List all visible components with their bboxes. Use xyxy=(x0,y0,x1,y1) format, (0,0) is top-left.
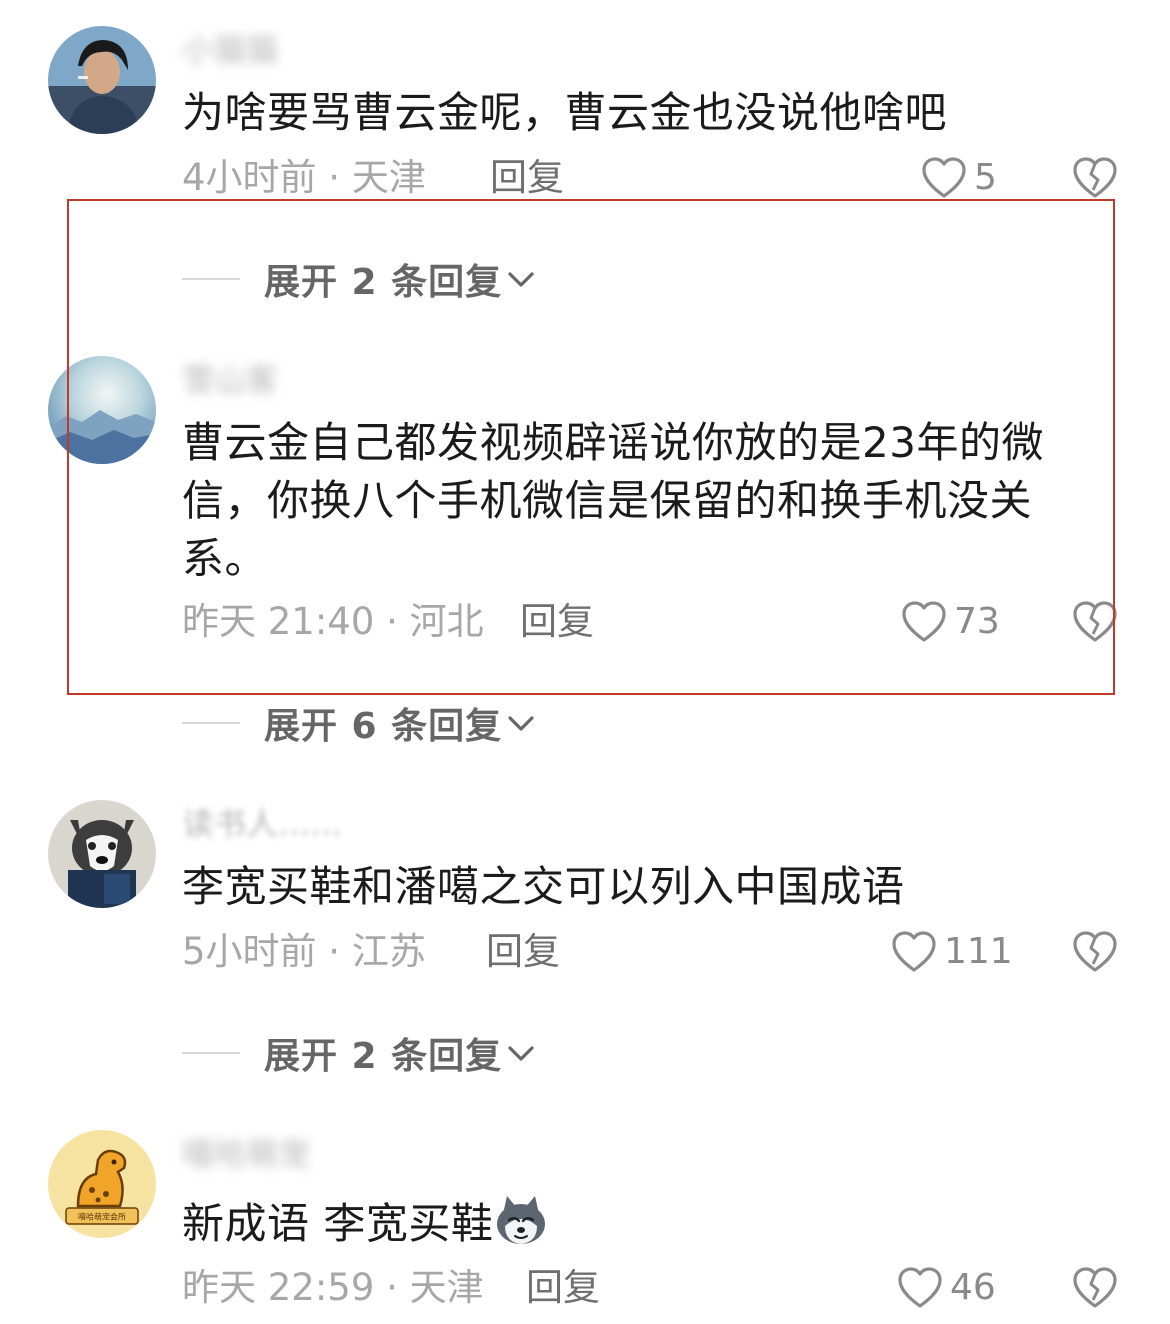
comment-text: 李宽买鞋和潘噶之交可以列入中国成语 xyxy=(182,862,905,911)
username[interactable]: 嘻哈萌宠 xyxy=(182,1136,310,1172)
heart-outline-icon xyxy=(892,931,936,972)
like-count: 73 xyxy=(954,601,1000,642)
expand-replies-button[interactable]: 展开 6 条回复 xyxy=(182,701,538,747)
avatar[interactable] xyxy=(48,356,156,464)
expand-replies-label: 展开 2 条回复 xyxy=(264,1036,503,1077)
reply-button[interactable]: 回复 xyxy=(490,156,564,200)
avatar-badge-text: 嘻哈萌宠会所 xyxy=(78,1212,126,1222)
comment-text: 新成语 李宽买鞋 xyxy=(182,1192,1112,1253)
broken-heart-icon xyxy=(1073,1267,1117,1308)
avatar[interactable] xyxy=(48,800,156,908)
comment-meta: 昨天 22:59 · 天津 xyxy=(182,1266,484,1309)
comment-text: 为啥要骂曹云金呢，曹云金也没说他啥吧 xyxy=(182,88,948,137)
like-count: 5 xyxy=(974,157,997,198)
like-count: 46 xyxy=(950,1267,996,1308)
comment-text: 曹云金自己都发视频辟谣说你放的是23年的微信，你换八个手机微信是保留的和换手机没… xyxy=(182,418,1044,583)
broken-heart-icon xyxy=(1073,601,1117,642)
expand-replies-button[interactable]: 展开 2 条回复 xyxy=(182,1031,538,1077)
broken-heart-icon xyxy=(1073,157,1117,198)
username[interactable]: 小猫猫 xyxy=(182,32,278,68)
username[interactable]: 雪山客 xyxy=(182,362,278,398)
husky-emoji xyxy=(497,1196,546,1244)
expand-replies-button[interactable]: 展开 2 条回复 xyxy=(182,257,538,303)
like-button[interactable]: 111 xyxy=(890,930,1013,974)
avatar[interactable] xyxy=(48,26,156,134)
avatar[interactable]: 嘻哈萌宠会所 xyxy=(48,1130,156,1238)
comment-meta: 4小时前 · 天津 xyxy=(182,156,426,199)
heart-outline-icon xyxy=(898,1267,942,1308)
comment-text-body: 新成语 李宽买鞋 xyxy=(182,1199,494,1248)
chevron-down-icon xyxy=(508,1046,534,1061)
dislike-button[interactable] xyxy=(1072,930,1118,974)
reply-button[interactable]: 回复 xyxy=(486,930,560,974)
like-button[interactable]: 5 xyxy=(920,156,997,200)
like-button[interactable]: 46 xyxy=(896,1266,996,1310)
heart-outline-icon xyxy=(902,601,946,642)
expand-replies-label: 展开 2 条回复 xyxy=(264,262,503,303)
expand-replies-label: 展开 6 条回复 xyxy=(264,706,503,747)
chevron-down-icon xyxy=(508,272,534,287)
like-count: 111 xyxy=(944,931,1013,972)
reply-button[interactable]: 回复 xyxy=(526,1266,600,1310)
username[interactable]: 读书人…… xyxy=(182,806,342,842)
like-button[interactable]: 73 xyxy=(900,600,1000,644)
reply-button[interactable]: 回复 xyxy=(520,600,594,644)
comment-meta: 昨天 21:40 · 河北 xyxy=(182,600,484,643)
divider xyxy=(182,278,240,280)
divider xyxy=(182,722,240,724)
dislike-button[interactable] xyxy=(1072,1266,1118,1310)
comment-meta: 5小时前 · 江苏 xyxy=(182,930,426,973)
broken-heart-icon xyxy=(1073,931,1117,972)
dislike-button[interactable] xyxy=(1072,600,1118,644)
heart-outline-icon xyxy=(922,157,966,198)
dislike-button[interactable] xyxy=(1072,156,1118,200)
divider xyxy=(182,1052,240,1054)
chevron-down-icon xyxy=(508,716,534,731)
